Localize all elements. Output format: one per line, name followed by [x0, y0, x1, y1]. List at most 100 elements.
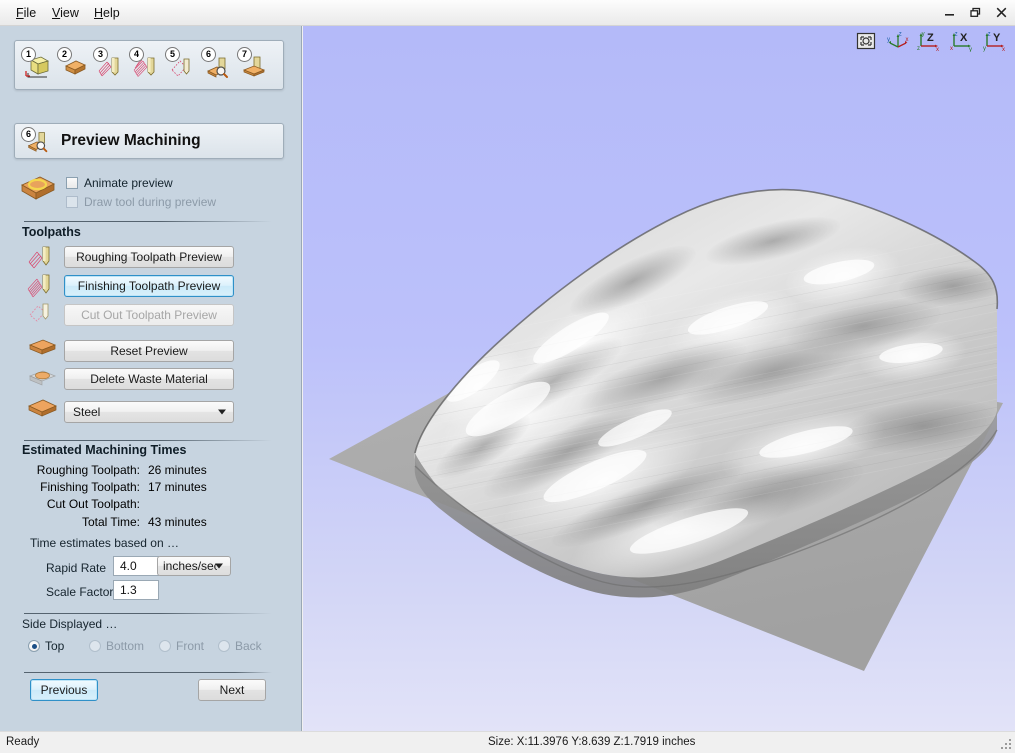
- side-option-label: Top: [45, 639, 65, 653]
- divider: [24, 440, 272, 441]
- finishing-toolpath-icon: [26, 272, 60, 298]
- minimize-icon[interactable]: [941, 4, 957, 20]
- window-controls: [941, 4, 1009, 20]
- isometric-view-icon[interactable]: z y x: [886, 30, 910, 54]
- x-axis-view-icon[interactable]: z x y X: [950, 30, 976, 54]
- resize-grip[interactable]: [999, 737, 1013, 751]
- rapid-rate-units-value: inches/sec: [163, 559, 217, 573]
- svg-text:y: y: [969, 47, 972, 52]
- scale-factor-value: 1.3: [120, 583, 137, 597]
- svg-text:z: z: [955, 32, 958, 38]
- button-label: Finishing Toolpath Preview: [77, 279, 221, 293]
- side-option-label: Bottom: [106, 639, 145, 653]
- button-label: Roughing Toolpath Preview: [76, 250, 222, 264]
- chevron-down-icon[interactable]: [218, 409, 226, 415]
- rapid-rate-input[interactable]: 4.0: [113, 556, 159, 576]
- checkbox-box[interactable]: [66, 177, 78, 189]
- step-number: 1: [21, 47, 36, 62]
- roughing-toolpath-preview-button[interactable]: Roughing Toolpath Preview: [64, 246, 234, 268]
- status-bar: Ready Size: X:11.3976 Y:8.639 Z:1.7919 i…: [0, 731, 1015, 753]
- animate-preview-icon: [18, 173, 56, 207]
- roughing-time-value: 26 minutes: [148, 463, 207, 477]
- button-label: Previous: [40, 683, 88, 697]
- fit-to-window-icon[interactable]: [855, 30, 879, 54]
- button-label: Delete Waste Material: [90, 372, 208, 386]
- finishing-time-label: Finishing Toolpath:: [40, 480, 140, 494]
- radio-button: [89, 640, 101, 652]
- step-toolbar: 1 2 3 4 5 6 7: [14, 40, 284, 90]
- radio-button: [159, 640, 171, 652]
- material-block-icon: [26, 336, 60, 362]
- menu-help[interactable]: Help: [88, 5, 126, 21]
- time-estimates-note: Time estimates based on …: [30, 536, 179, 550]
- divider: [24, 613, 272, 614]
- animate-preview-checkbox[interactable]: Animate preview: [66, 176, 173, 190]
- material-select[interactable]: Steel: [64, 401, 234, 423]
- reset-preview-button[interactable]: Reset Preview: [64, 340, 234, 362]
- button-label: Next: [219, 683, 245, 697]
- status-size-text: Size: X:11.3976 Y:8.639 Z:1.7919 inches: [488, 736, 696, 748]
- finishing-toolpath-preview-button[interactable]: Finishing Toolpath Preview: [64, 275, 234, 297]
- scale-factor-label: Scale Factor: [46, 585, 114, 599]
- previous-button[interactable]: Previous: [30, 679, 98, 701]
- side-option-label: Front: [176, 639, 205, 653]
- rapid-rate-units-select[interactable]: inches/sec: [157, 556, 231, 576]
- step-button-3-roughing[interactable]: 3: [92, 45, 128, 85]
- svg-text:x: x: [1002, 47, 1005, 52]
- axis-letter: Z: [927, 32, 934, 44]
- waste-material-icon: [26, 365, 60, 391]
- menu-file[interactable]: FFileile: [10, 5, 42, 21]
- total-time-value: 43 minutes: [148, 515, 207, 529]
- cutout-toolpath-icon: [26, 300, 60, 326]
- side-option-top[interactable]: Top: [28, 639, 64, 653]
- scale-factor-input[interactable]: 1.3: [113, 580, 159, 600]
- close-icon[interactable]: [993, 4, 1009, 20]
- step-button-2-material[interactable]: 2: [56, 45, 92, 85]
- draw-tool-checkbox: Draw tool during preview: [66, 195, 216, 209]
- step-number: 3: [93, 47, 108, 62]
- times-group-title: Estimated Machining Times: [22, 443, 187, 457]
- step-number: 5: [165, 47, 180, 62]
- z-axis-view-icon[interactable]: y z x Z: [917, 30, 943, 54]
- svg-text:z: z: [917, 46, 920, 52]
- material-select-value: Steel: [73, 405, 101, 419]
- delete-waste-material-button[interactable]: Delete Waste Material: [64, 368, 234, 390]
- checkbox-box: [66, 196, 78, 208]
- svg-text:y: y: [983, 46, 986, 52]
- chevron-down-icon[interactable]: [215, 563, 223, 569]
- svg-text:x: x: [936, 47, 939, 52]
- button-label: Cut Out Toolpath Preview: [81, 308, 217, 322]
- toolpaths-group-title: Toolpaths: [22, 225, 81, 239]
- y-axis-view-icon[interactable]: z y x Y: [983, 30, 1009, 54]
- cutout-toolpath-preview-button: Cut Out Toolpath Preview: [64, 304, 234, 326]
- step-button-4-finishing[interactable]: 4: [128, 45, 164, 85]
- menu-bar: FFileile View Help: [0, 0, 1015, 26]
- status-ready-text: Ready: [6, 736, 40, 748]
- menu-view[interactable]: View: [46, 5, 85, 21]
- page-title: Preview Machining: [61, 132, 201, 149]
- divider: [24, 672, 272, 673]
- roughing-toolpath-icon: [26, 244, 60, 270]
- step-button-1-model[interactable]: 1: [20, 45, 56, 85]
- radio-button[interactable]: [28, 640, 40, 652]
- side-option-bottom: Bottom: [89, 639, 144, 653]
- svg-text:y: y: [887, 37, 890, 43]
- side-displayed-title: Side Displayed …: [22, 617, 118, 631]
- side-option-label: Back: [235, 639, 262, 653]
- 3d-viewport[interactable]: z y x y z x Z z x y X z y x Y: [303, 26, 1015, 731]
- draw-tool-label: Draw tool during preview: [84, 195, 217, 209]
- next-button[interactable]: Next: [198, 679, 266, 701]
- axis-letter: X: [960, 32, 968, 44]
- finishing-time-value: 17 minutes: [148, 480, 207, 494]
- step-button-6-preview[interactable]: 6: [200, 45, 236, 85]
- step-button-5-cutout[interactable]: 5: [164, 45, 200, 85]
- material-block-icon: [26, 397, 60, 423]
- step-number: 2: [57, 47, 72, 62]
- left-panel: 1 2 3 4 5 6 7 6 Preview Machining Animat…: [0, 26, 302, 731]
- preview-machining-icon: 6: [21, 126, 55, 156]
- side-option-back: Back: [218, 639, 262, 653]
- view-toolbar: z y x y z x Z z x y X z y x Y: [855, 30, 1009, 54]
- restore-icon[interactable]: [967, 4, 983, 20]
- axis-letter: Y: [993, 32, 1001, 44]
- step-button-7-save[interactable]: 7: [236, 45, 272, 85]
